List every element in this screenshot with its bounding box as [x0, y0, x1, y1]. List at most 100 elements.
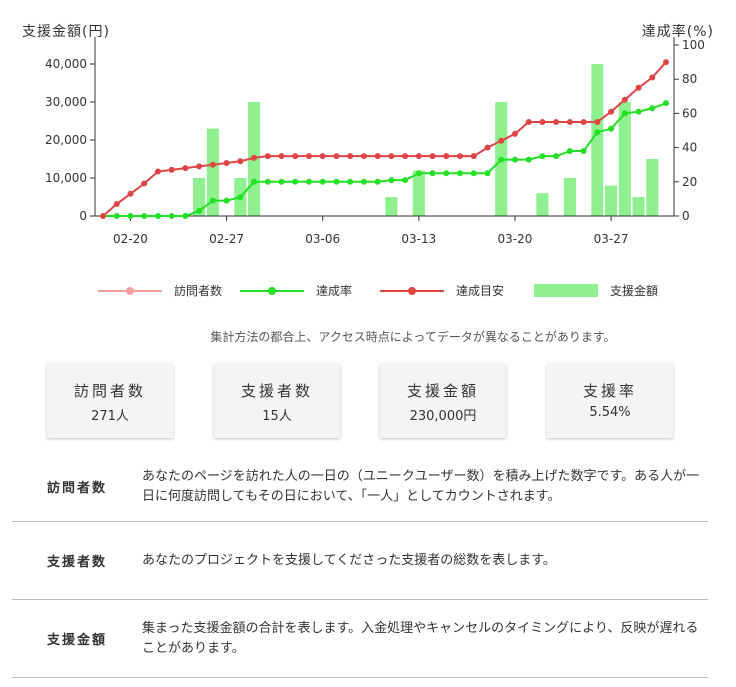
legend-label: 訪問者数 [174, 283, 222, 298]
series-point [621, 96, 628, 103]
legend-label: 達成目安 [456, 283, 504, 298]
series-point [347, 178, 354, 185]
series-point [457, 153, 464, 160]
series-point [251, 154, 258, 161]
y-left-tick-label: 30,000 [45, 95, 87, 109]
stat-label: 支援金額 [406, 382, 479, 400]
legend-label: 支援金額 [610, 283, 658, 298]
data-note: 集計方法の都合上、アクセス時点によってデータが異なることがあります。 [210, 330, 616, 344]
series-point [539, 118, 546, 125]
stat-value: 15人 [262, 409, 292, 424]
series-point [511, 130, 518, 137]
series-point [608, 108, 615, 115]
series-line-1 [102, 61, 667, 217]
series-point [127, 213, 134, 219]
stat-card-backers: 支援者数 15人 [214, 364, 340, 438]
series-point [196, 163, 203, 170]
series-point [209, 197, 216, 204]
series-point [621, 110, 628, 117]
series-point [635, 108, 642, 115]
series-point [333, 178, 340, 185]
series-point [457, 170, 464, 177]
y-right-axis-title: 達成率(%) [642, 23, 714, 40]
series-point [141, 213, 148, 219]
series-point [553, 118, 560, 125]
stat-label: 訪問者数 [73, 382, 146, 400]
definition-description: あなたのページを訪れた人の一日の（ユニークユーザー数）を積み上げた数字です。ある… [142, 468, 700, 504]
x-tick-label: 03-06 [305, 232, 340, 246]
y-right-tick-label: 60 [682, 106, 697, 120]
definition-description: あなたのプロジェクトを支援してくださった支援者の総数を表します。 [142, 552, 556, 568]
stat-value: 230,000円 [409, 409, 477, 424]
stats-row: 訪問者数 271人 支援者数 15人 支援金額 230,000円 支援率 5.5… [0, 364, 736, 442]
series-point [127, 190, 134, 197]
series-point [360, 153, 367, 160]
series-point [525, 118, 532, 125]
series-point [635, 84, 642, 91]
series-point [608, 125, 615, 132]
stat-value: 5.54% [589, 405, 631, 420]
bar-32 [536, 193, 549, 216]
definitions-list: 訪問者数 あなたのページを訪れた人の一日の（ユニークユーザー数）を積み上げた数字… [12, 452, 708, 678]
series-point [251, 178, 258, 185]
legend-swatch [534, 284, 598, 297]
series-point [429, 170, 436, 177]
x-tick-label: 02-20 [113, 232, 148, 246]
series-point [498, 156, 505, 163]
series-point [415, 153, 422, 160]
series-point [360, 178, 367, 185]
stat-card-rate: 支援率 5.54% [547, 364, 673, 438]
series-point [663, 100, 669, 107]
y-right-tick-label: 80 [682, 72, 697, 86]
stat-label: 支援率 [582, 382, 637, 400]
chart-svg: 0 10,000 20,000 30,000 40,000 0 20 40 60 80 100 02-… [22, 23, 714, 298]
series-point [333, 153, 340, 160]
funding-chart: 0 10,000 20,000 30,000 40,000 0 20 40 60 80 100 02-… [0, 0, 736, 310]
series-point [649, 105, 656, 112]
series-point [154, 168, 161, 175]
series-point [484, 170, 491, 177]
y-right-tick-label: 0 [682, 209, 690, 223]
series-point [566, 148, 573, 155]
series-point [113, 213, 120, 219]
series-point [580, 148, 587, 155]
series-point [292, 153, 299, 160]
series-point [663, 59, 669, 66]
y-left-tick-label: 0 [79, 209, 87, 223]
stat-value: 271人 [91, 409, 129, 424]
series-point [525, 156, 532, 163]
series-point [237, 194, 244, 201]
chart-area: 0 10,000 20,000 30,000 40,000 0 20 40 60 80 100 02-… [0, 0, 736, 310]
bar-34 [563, 178, 576, 216]
series-point [292, 178, 299, 185]
bar-21 [385, 197, 398, 216]
definition-row: 訪問者数 あなたのページを訪れた人の一日の（ユニークユーザー数）を積み上げた数字… [12, 452, 708, 522]
series-point [100, 213, 106, 219]
series-point [223, 159, 230, 166]
series-point [402, 153, 409, 160]
legend-marker [126, 287, 134, 295]
definition-row: 支援金額 集まった支援金額の合計を表します。入金処理やキャンセルのタイミングによ… [12, 600, 708, 678]
legend-marker [268, 287, 276, 295]
y-left-tick-label: 10,000 [45, 171, 87, 185]
x-tick-label: 03-27 [594, 232, 629, 246]
definition-row: 支援者数 あなたのプロジェクトを支援してくださった支援者の総数を表します。 [12, 522, 708, 600]
series-point [237, 158, 244, 165]
series-point [402, 177, 409, 184]
bar-23 [412, 170, 425, 216]
y-left-tick-label: 20,000 [45, 133, 87, 147]
series-point [498, 137, 505, 144]
definition-term: 支援金額 [46, 633, 107, 648]
series-point [484, 144, 491, 151]
series-point [388, 177, 395, 184]
series-point [223, 197, 230, 204]
bar-37 [605, 185, 618, 216]
series-point [305, 178, 312, 185]
series-point [566, 118, 573, 125]
series-point [415, 170, 422, 177]
definition-description: 集まった支援金額の合計を表します。入金処理やキャンセルのタイミングにより、反映が… [142, 620, 699, 656]
series-point [443, 170, 450, 177]
stat-card-visitors: 訪問者数 271人 [47, 364, 173, 438]
series-point [539, 153, 546, 160]
series-point [374, 153, 381, 160]
